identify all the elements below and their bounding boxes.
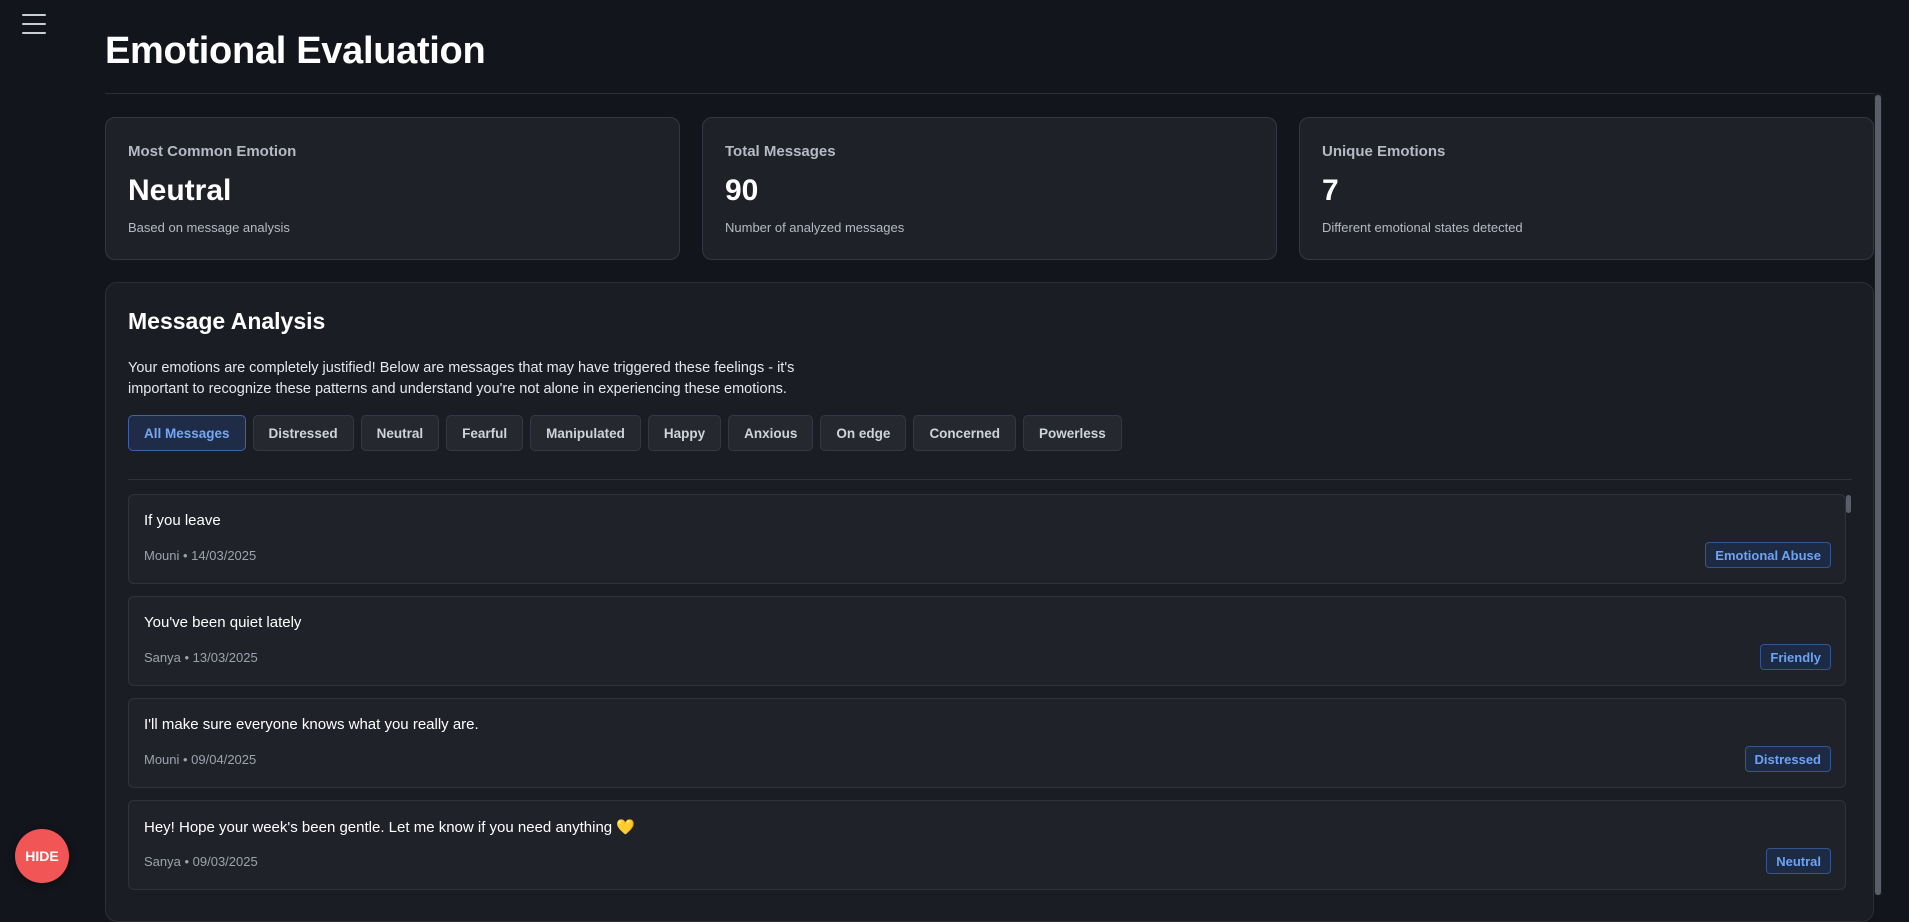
message-text: Hey! Hope your week's been gentle. Let m…: [144, 819, 635, 836]
stat-card-most-common-emotion: Most Common Emotion Neutral Based on mes…: [105, 117, 680, 260]
filter-divider: [128, 479, 1852, 480]
filter-all-messages[interactable]: All Messages: [128, 415, 246, 451]
page-title: Emotional Evaluation: [105, 30, 486, 72]
stat-value: 7: [1322, 174, 1339, 207]
emotion-filter-bar: All Messages Distressed Neutral Fearful …: [128, 415, 1122, 451]
filter-anxious[interactable]: Anxious: [728, 415, 814, 451]
message-meta: Mouni • 14/03/2025: [144, 548, 257, 563]
stat-value: 90: [725, 174, 759, 207]
panel-description: Your emotions are completely justified! …: [128, 360, 795, 397]
message-card[interactable]: If you leave Mouni • 14/03/2025 Emotiona…: [128, 494, 1846, 584]
filter-concerned[interactable]: Concerned: [913, 415, 1016, 451]
stat-label: Total Messages: [725, 143, 836, 160]
message-meta: Sanya • 09/03/2025: [144, 854, 258, 869]
message-text: You've been quiet lately: [144, 614, 302, 631]
emotion-tag: Friendly: [1760, 644, 1831, 670]
message-text: If you leave: [144, 512, 221, 529]
message-analysis-panel: Message Analysis Your emotions are compl…: [105, 282, 1874, 922]
stats-cards: Most Common Emotion Neutral Based on mes…: [105, 117, 1874, 260]
emotion-tag: Neutral: [1766, 848, 1831, 874]
filter-powerless[interactable]: Powerless: [1022, 415, 1122, 451]
stat-label: Unique Emotions: [1322, 143, 1446, 160]
title-divider: [105, 93, 1874, 94]
message-meta: Mouni • 09/04/2025: [144, 752, 257, 767]
stat-label: Most Common Emotion: [128, 143, 297, 160]
stat-value: Neutral: [128, 174, 232, 207]
filter-fearful[interactable]: Fearful: [446, 415, 524, 451]
filter-happy[interactable]: Happy: [647, 415, 722, 451]
message-card[interactable]: I'll make sure everyone knows what you r…: [128, 698, 1846, 788]
filter-on-edge[interactable]: On edge: [820, 415, 907, 451]
panel-title: Message Analysis: [128, 308, 326, 334]
message-meta: Sanya • 13/03/2025: [144, 650, 258, 665]
stat-subtitle: Different emotional states detected: [1322, 220, 1523, 235]
message-card[interactable]: You've been quiet lately Sanya • 13/03/2…: [128, 596, 1846, 686]
filter-neutral[interactable]: Neutral: [360, 415, 440, 451]
page-scrollbar[interactable]: [1875, 95, 1881, 895]
stat-subtitle: Number of analyzed messages: [725, 220, 905, 235]
stat-card-unique-emotions: Unique Emotions 7 Different emotional st…: [1299, 117, 1874, 260]
message-list: If you leave Mouni • 14/03/2025 Emotiona…: [128, 494, 1846, 902]
filter-manipulated[interactable]: Manipulated: [530, 415, 641, 451]
message-list-scrollbar[interactable]: [1846, 495, 1851, 513]
filter-distressed[interactable]: Distressed: [252, 415, 354, 451]
message-text: I'll make sure everyone knows what you r…: [144, 716, 479, 733]
message-card[interactable]: Hey! Hope your week's been gentle. Let m…: [128, 800, 1846, 890]
stat-subtitle: Based on message analysis: [128, 220, 290, 235]
emotion-tag: Emotional Abuse: [1705, 542, 1831, 568]
hide-button[interactable]: HIDE: [15, 829, 69, 883]
emotion-tag: Distressed: [1744, 746, 1831, 772]
hamburger-menu-icon[interactable]: [22, 14, 46, 34]
stat-card-total-messages: Total Messages 90 Number of analyzed mes…: [702, 117, 1277, 260]
